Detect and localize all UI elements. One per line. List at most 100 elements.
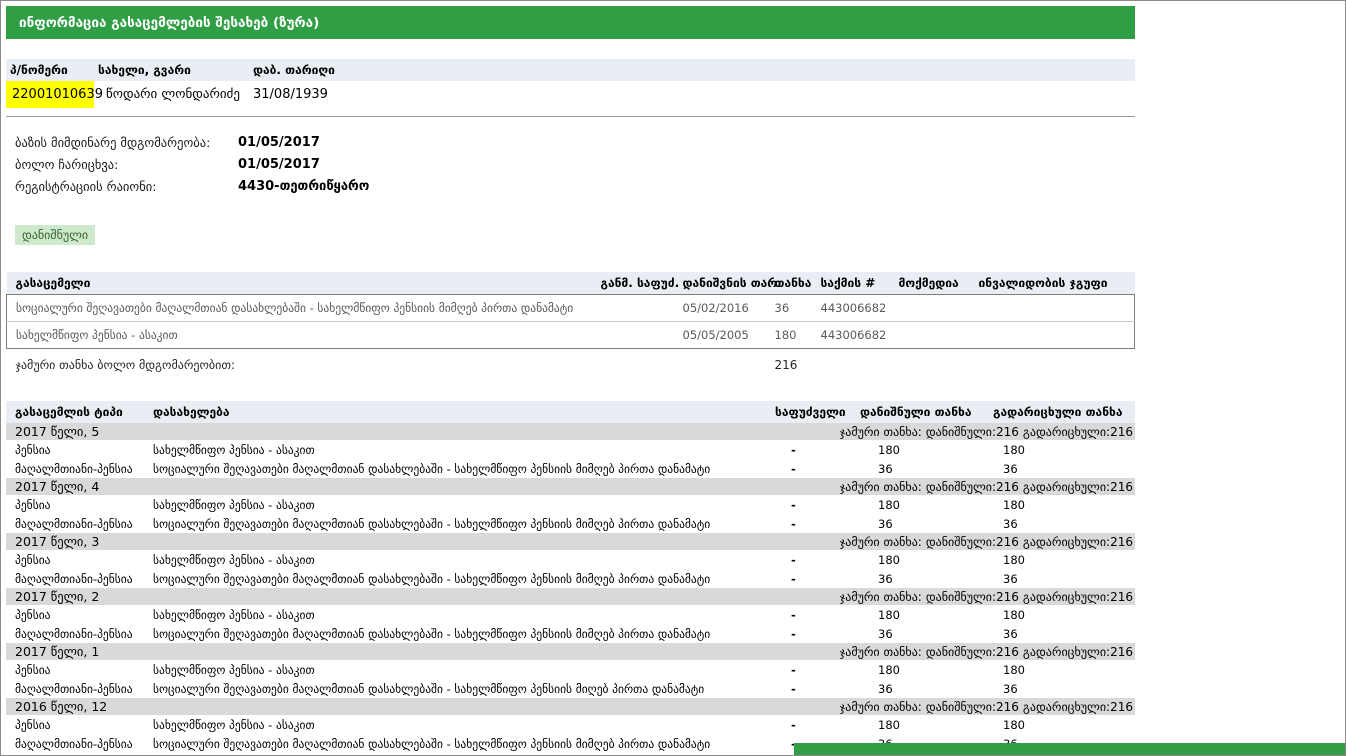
payment-name: სოციალური შეღავათები მაღალმთიან დასახლებ… [149,514,771,533]
payment-type: მაღალმთიანი-პენსია [6,734,149,753]
payment-name: სოციალური შეღავათები მაღალმთიან დასახლებ… [149,569,771,588]
payment-name: სოციალური შეღავათები მაღალმთიან დასახლებ… [149,679,771,698]
monthly-table-body: 2017 წელი, 5 ჯამური თანხა:დანიშნული:216გ… [6,423,1135,753]
month-header-row: 2017 წელი, 4 ჯამური თანხა:დანიშნული:216გ… [6,478,1135,495]
assigned-row-case: 443006682 [817,295,895,322]
assigned-total-label: ჯამური თანხა ბოლო მდგომარეობით: [7,349,771,382]
assigned-col-name: გასაცემელი [7,272,597,295]
assigned-row-amount: 36 [771,295,817,322]
payment-assigned-amount: 36 [856,514,989,533]
divider-line [6,116,1135,117]
status-label: რეგისტრაციის რაიონი: [6,179,238,194]
payment-transferred-amount: 36 [989,569,1135,588]
payment-basis: - [771,550,856,569]
payment-transferred-amount: 36 [989,514,1135,533]
payment-transferred-amount: 180 [989,715,1135,734]
person-col-name: სახელი, გვარი [94,59,249,81]
month-assigned-total: 216 [996,700,1019,714]
bottom-green-bar [794,743,1345,755]
payment-basis: - [771,495,856,514]
payment-name: სოციალური შეღავათები მაღალმთიან დასახლებ… [149,459,771,478]
payment-transferred-amount: 180 [989,550,1135,569]
status-section: ბაზის მიმდინარე მდგომარეობა: 01/05/2017 … [6,131,1135,197]
assigned-col-case: საქმის # [817,272,895,295]
status-label: ბაზის მიმდინარე მდგომარეობა: [6,135,238,150]
month-label: 2017 წელი, 1 [6,643,771,660]
month-header-row: 2017 წელი, 1 ჯამური თანხა:დანიშნული:216გ… [6,643,1135,660]
month-header-row: 2017 წელი, 3 ჯამური თანხა:დანიშნული:216გ… [6,533,1135,550]
payment-basis: - [771,624,856,643]
payment-name: სოციალური შეღავათები მაღალმთიან დასახლებ… [149,624,771,643]
month-label: 2016 წელი, 12 [6,698,771,715]
monthly-payment-row: მაღალმთიანი-პენსია სოციალური შეღავათები … [6,569,1135,588]
month-transferred-label: გადარიცხული: [1023,480,1110,494]
month-summary: ჯამური თანხა:დანიშნული:216გადარიცხული:21… [771,478,1135,495]
assigned-row-disability [975,295,1135,322]
month-total-label: ჯამური თანხა: [840,535,922,549]
payment-transferred-amount: 180 [989,440,1135,459]
assigned-col-active: მოქმედია [895,272,975,295]
status-value: 4430-თეთრიწყარო [238,179,369,194]
month-assigned-label: დანიშნული: [926,590,996,604]
assigned-row-disability [975,322,1135,349]
month-total-label: ჯამური თანხა: [840,590,922,604]
payment-type: პენსია [6,605,149,624]
month-transferred-total: 216 [1110,425,1133,439]
monthly-col-transferred: გადარიცხული თანხა [989,401,1135,423]
monthly-payment-row: მაღალმთიანი-პენსია სოციალური შეღავათები … [6,624,1135,643]
status-row: ბოლო ჩარიცხვა: 01/05/2017 [6,153,1135,175]
month-transferred-label: გადარიცხული: [1023,700,1110,714]
monthly-payment-row: მაღალმთიანი-პენსია სოციალური შეღავათები … [6,459,1135,478]
payment-name: სახელმწიფო პენსია - ასაკით [149,495,771,514]
assigned-row-active [895,322,975,349]
payment-basis: - [771,660,856,679]
assigned-row-active [895,295,975,322]
payment-type: პენსია [6,715,149,734]
month-transferred-total: 216 [1110,645,1133,659]
person-name: წოდარი ლონდარიძე [94,81,249,108]
payment-transferred-amount: 180 [989,495,1135,514]
status-label: ბოლო ჩარიცხვა: [6,157,238,172]
month-assigned-total: 216 [996,590,1019,604]
month-transferred-total: 216 [1110,700,1133,714]
payment-transferred-amount: 180 [989,605,1135,624]
payment-type: პენსია [6,660,149,679]
payment-assigned-amount: 36 [856,624,989,643]
monthly-col-basis: საფუძველი [771,401,856,423]
payment-assigned-amount: 180 [856,550,989,569]
monthly-payment-row: პენსია სახელმწიფო პენსია - ასაკით - 180 … [6,550,1135,569]
monthly-payment-row: პენსია სახელმწიფო პენსია - ასაკით - 180 … [6,715,1135,734]
person-col-empty [409,59,1135,81]
payment-transferred-amount: 36 [989,459,1135,478]
month-total-label: ჯამური თანხა: [840,645,922,659]
month-assigned-total: 216 [996,645,1019,659]
assigned-col-amount: თანხა [771,272,817,295]
payment-assigned-amount: 180 [856,660,989,679]
assigned-row-name: სახელმწიფო პენსია - ასაკით [7,322,597,349]
payment-assigned-amount: 36 [856,459,989,478]
month-assigned-total: 216 [996,535,1019,549]
monthly-payment-row: პენსია სახელმწიფო პენსია - ასაკით - 180 … [6,495,1135,514]
monthly-table: გასაცემლის ტიპი დასახელება საფუძველი დან… [6,401,1135,753]
monthly-payment-row: მაღალმთიანი-პენსია სოციალური შეღავათები … [6,514,1135,533]
month-summary: ჯამური თანხა:დანიშნული:216გადარიცხული:21… [771,423,1135,440]
month-transferred-total: 216 [1110,480,1133,494]
assigned-total-row: ჯამური თანხა ბოლო მდგომარეობით: 216 [7,349,1135,382]
month-summary: ჯამური თანხა:დანიშნული:216გადარიცხული:21… [771,588,1135,605]
status-row: ბაზის მიმდინარე მდგომარეობა: 01/05/2017 [6,131,1135,153]
assigned-total-value: 216 [771,349,817,382]
month-label: 2017 წელი, 2 [6,588,771,605]
month-transferred-total: 216 [1110,535,1133,549]
payment-type: მაღალმთიანი-პენსია [6,624,149,643]
person-col-birth: დაბ. თარიღი [249,59,409,81]
payment-name: სახელმწიფო პენსია - ასაკით [149,715,771,734]
payment-transferred-amount: 180 [989,660,1135,679]
payment-name: სახელმწიფო პენსია - ასაკით [149,550,771,569]
payment-name: სოციალური შეღავათები მაღალმთიან დასახლებ… [149,734,771,753]
status-value: 01/05/2017 [238,157,320,172]
assigned-table-body: სოციალური შეღავათები მაღალმთიან დასახლებ… [7,295,1135,349]
monthly-table-header: გასაცემლის ტიპი დასახელება საფუძველი დან… [6,401,1135,423]
assigned-table-row: სახელმწიფო პენსია - ასაკით 05/05/2005 18… [7,322,1135,349]
assigned-row-basis [597,295,679,322]
payment-basis: - [771,514,856,533]
